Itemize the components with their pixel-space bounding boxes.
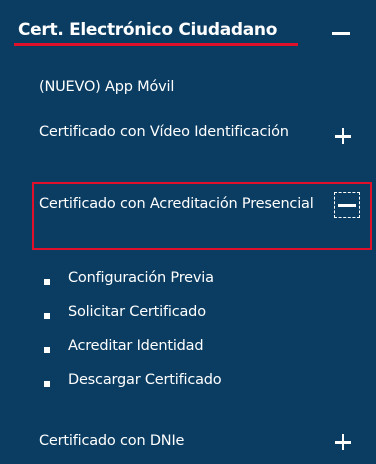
- expand-plus-icon[interactable]: [332, 126, 354, 148]
- minus-icon: [338, 204, 356, 207]
- menu-item-acreditacion-presencial[interactable]: Certificado con Acreditación Presencial: [0, 190, 376, 246]
- submenu-item-label[interactable]: Configuración Previa: [68, 270, 214, 286]
- expand-plus-icon[interactable]: [332, 432, 354, 454]
- section-header[interactable]: Cert. Electrónico Ciudadano: [0, 0, 376, 64]
- minus-icon: [332, 32, 350, 35]
- menu-item-video-identificacion[interactable]: Certificado con Vídeo Identificación: [0, 118, 376, 174]
- submenu-item-label[interactable]: Solicitar Certificado: [68, 304, 206, 320]
- submenu-item-label[interactable]: Acreditar Identidad: [68, 338, 204, 354]
- bullet-icon: [44, 347, 50, 353]
- menu-item-app-movil[interactable]: (NUEVO) App Móvil: [0, 70, 376, 106]
- collapse-section-minus-icon[interactable]: [330, 22, 352, 44]
- side-menu: Cert. Electrónico Ciudadano (NUEVO) App …: [0, 0, 376, 464]
- section-title-underline: [14, 43, 298, 46]
- bullet-icon: [44, 279, 50, 285]
- submenu-item-descargar-certificado[interactable]: Descargar Certificado: [0, 370, 376, 400]
- submenu-item-configuracion-previa[interactable]: Configuración Previa: [0, 268, 376, 298]
- menu-item-dnie[interactable]: Certificado con DNIe: [0, 428, 376, 464]
- menu-item-label[interactable]: Certificado con Vídeo Identificación: [39, 120, 289, 145]
- submenu-item-solicitar-certificado[interactable]: Solicitar Certificado: [0, 302, 376, 332]
- bullet-icon: [44, 381, 50, 387]
- plus-icon-vertical: [341, 128, 345, 144]
- menu-item-label[interactable]: (NUEVO) App Móvil: [39, 75, 174, 100]
- bullet-icon: [44, 313, 50, 319]
- submenu-item-acreditar-identidad[interactable]: Acreditar Identidad: [0, 336, 376, 366]
- menu-item-label[interactable]: Certificado con Acreditación Presencial: [39, 192, 319, 217]
- plus-icon-vertical: [341, 434, 345, 450]
- section-title[interactable]: Cert. Electrónico Ciudadano: [18, 20, 277, 40]
- collapse-button-focus[interactable]: [334, 192, 360, 218]
- submenu-item-label[interactable]: Descargar Certificado: [68, 372, 222, 388]
- menu-item-label[interactable]: Certificado con DNIe: [39, 429, 184, 454]
